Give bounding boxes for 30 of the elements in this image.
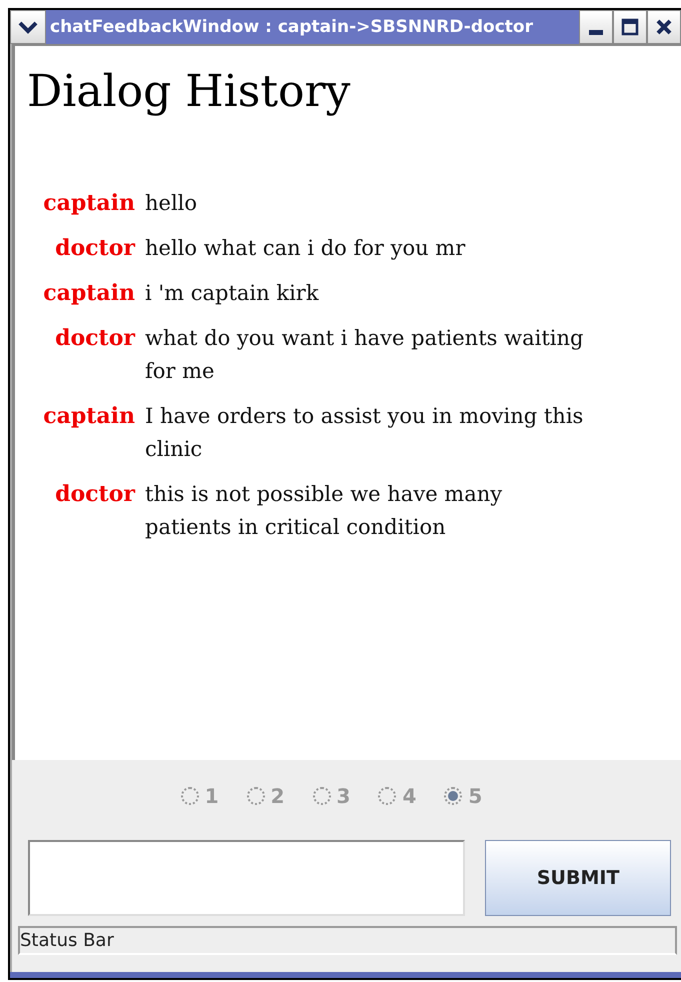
rating-radio[interactable]: 2 (246, 784, 285, 808)
status-bar: Status Bar (18, 926, 677, 955)
chevron-down-icon (17, 19, 39, 35)
speaker-name: captain (42, 402, 135, 431)
rating-radio[interactable]: 5 (444, 784, 482, 808)
speaker-name: doctor (54, 480, 135, 509)
message-text: what do you want i have patients waiting for me (145, 325, 584, 385)
rating-radio[interactable]: 1 (180, 784, 219, 808)
window-title: chatFeedbackWindow : captain->SBSNNRD-doctor (49, 17, 534, 37)
maximize-button[interactable] (613, 10, 647, 44)
message-text: this is not possible we have many patients in critical condition (145, 481, 504, 541)
message-input-field[interactable] (28, 840, 466, 916)
window-menu-button[interactable] (10, 10, 46, 44)
minimize-button[interactable] (579, 10, 613, 44)
speaker-name: captain (42, 189, 135, 218)
message-text: i 'm captain kirk (145, 280, 319, 307)
speaker-name: doctor (54, 234, 135, 263)
submit-button[interactable]: SUBMIT (485, 840, 671, 916)
rating-radio[interactable]: 3 (312, 784, 350, 808)
minimize-icon (589, 30, 603, 34)
message-text: hello what can i do for you mr (145, 235, 466, 262)
rating-radio[interactable]: 4 (378, 784, 416, 808)
speaker-name: doctor (54, 324, 135, 353)
close-button[interactable] (647, 10, 681, 44)
message-text: hello (145, 190, 198, 217)
speaker-name: captain (42, 279, 135, 308)
dialog-heading: Dialog History (27, 66, 350, 117)
close-icon (655, 18, 673, 36)
maximize-icon (621, 18, 639, 36)
message-text: I have orders to assist you in moving this clinic (145, 403, 584, 463)
